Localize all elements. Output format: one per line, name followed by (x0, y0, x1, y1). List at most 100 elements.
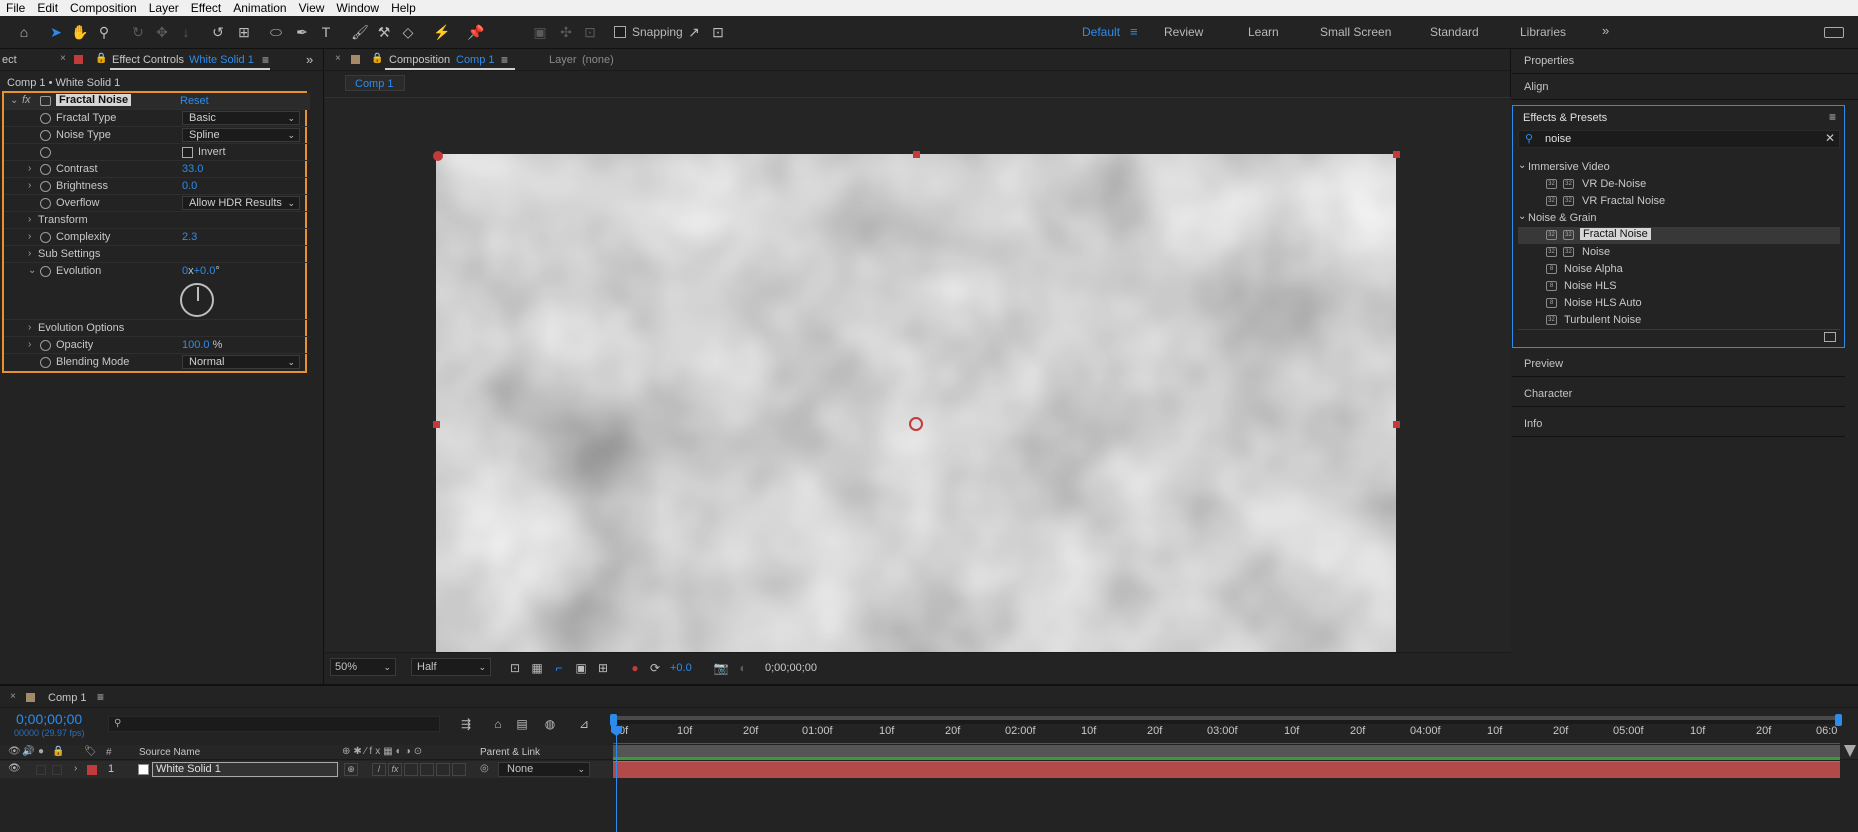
grid-guides-icon[interactable]: ⊞ (593, 658, 613, 678)
effect-item-fractal-noise[interactable]: 32 32 Fractal Noise (1518, 227, 1840, 244)
composition-tab[interactable]: Composition (389, 54, 450, 66)
home-icon[interactable]: ⌂ (14, 22, 34, 42)
character-panel-header[interactable]: Character (1512, 382, 1845, 407)
workspace-learn[interactable]: Learn (1248, 25, 1279, 39)
expand-arrow-icon[interactable]: › (28, 180, 31, 191)
lock-icon[interactable]: 🔒 (95, 53, 107, 64)
stopwatch-icon[interactable] (40, 340, 51, 351)
shy-layers-icon[interactable]: ▤ (512, 714, 532, 734)
video-eye-icon[interactable]: 👁 (8, 763, 21, 774)
audio-icon[interactable]: 🔊 (22, 746, 34, 757)
reset-exposure-icon[interactable]: ⟳ (645, 658, 665, 678)
overflow-dropdown[interactable]: Allow HDR Results ⌄ (182, 196, 300, 210)
stopwatch-icon[interactable] (40, 266, 51, 277)
effect-item-noise[interactable]: 32 32 Noise (1518, 244, 1840, 261)
invert-checkbox[interactable] (182, 147, 193, 158)
orbit-tool-icon[interactable]: ✥ (152, 22, 172, 42)
expand-arrow-icon[interactable]: › (28, 322, 31, 333)
snap-features-icon[interactable]: ⊡ (708, 22, 728, 42)
snapshot-icon[interactable]: 📷 (711, 658, 731, 678)
effect-item-vr-fractal-noise[interactable]: 32 32 VR Fractal Noise (1518, 193, 1840, 210)
roto-brush-icon[interactable]: ⚡ (432, 22, 452, 42)
pen-tool-icon[interactable]: ✒ (292, 22, 312, 42)
transform-handle[interactable] (1393, 151, 1400, 158)
expand-arrow-icon[interactable]: › (28, 248, 31, 259)
stopwatch-icon[interactable] (40, 130, 51, 141)
menu-file[interactable]: File (0, 0, 31, 16)
complexity-value[interactable]: 2.3 (182, 231, 197, 243)
expand-arrow-icon[interactable]: › (74, 763, 77, 774)
fx-toggle-icon[interactable]: fx (22, 94, 31, 106)
composition-tab-comp[interactable]: Comp 1 (456, 54, 495, 66)
playhead-line[interactable] (616, 728, 617, 832)
info-panel-header[interactable]: Info (1512, 412, 1845, 437)
workspace-overflow-icon[interactable]: » (1602, 23, 1609, 38)
parent-dropdown[interactable]: None ⌄ (498, 762, 590, 777)
puppet-pin-icon[interactable]: 📌 (466, 22, 486, 42)
timeline-tab[interactable]: Comp 1 (48, 692, 87, 704)
axis-local-icon[interactable]: ▣ (530, 22, 550, 42)
layer-tab[interactable]: Layer (549, 54, 577, 66)
properties-panel-header[interactable]: Properties (1512, 49, 1858, 74)
transform-handle[interactable] (1393, 421, 1400, 428)
comp-breadcrumb[interactable]: Comp 1 (345, 75, 405, 91)
workspace-review[interactable]: Review (1164, 25, 1203, 39)
label-tag-icon[interactable]: 🏷 (84, 746, 97, 757)
transform-handle[interactable] (913, 151, 920, 158)
expand-arrow-icon[interactable]: › (28, 231, 31, 242)
workspace-menu-icon[interactable]: ≡ (1130, 24, 1138, 39)
timeline-search-field[interactable]: ⚲ (108, 716, 440, 732)
layer-row[interactable]: 👁 › 1 White Solid 1 ⊕ / fx ◎ None ⌄ (0, 761, 612, 778)
effect-item-noise-hls-auto[interactable]: 8 Noise HLS Auto (1518, 295, 1840, 312)
panel-menu-icon[interactable]: ≡ (501, 53, 508, 67)
effects-search-field[interactable]: ⚲ noise ✕ (1518, 130, 1840, 148)
collapse-arrow-icon[interactable]: ⌄ (28, 265, 36, 276)
anchor-tool-icon[interactable]: ⊞ (234, 22, 254, 42)
lock-icon[interactable]: 🔒 (371, 53, 383, 64)
stopwatch-icon[interactable] (40, 113, 51, 124)
expand-arrow-icon[interactable]: › (28, 214, 31, 225)
show-snapshot-icon[interactable]: ◐ (733, 658, 753, 678)
resolution-dropdown[interactable]: Half ⌄ (411, 658, 491, 676)
menu-window[interactable]: Window (330, 0, 385, 16)
region-of-interest-icon[interactable]: ▣ (571, 658, 591, 678)
axis-view-icon[interactable]: ⊡ (580, 22, 600, 42)
align-panel-header[interactable]: Align (1512, 75, 1858, 100)
expand-arrow-icon[interactable]: › (28, 163, 31, 174)
effect-controls-layer[interactable]: White Solid 1 (189, 54, 254, 66)
undo-icon[interactable]: ↺ (208, 22, 228, 42)
comp-mini-flowchart-icon[interactable]: ⇶ (456, 714, 476, 734)
frame-blend-switch[interactable] (404, 763, 418, 776)
stopwatch-icon[interactable] (40, 147, 51, 158)
workspace-libraries[interactable]: Libraries (1520, 25, 1566, 39)
fast-previews-icon[interactable]: ⊡ (505, 658, 525, 678)
evolution-options-label[interactable]: Evolution Options (38, 322, 124, 334)
expand-arrow-icon[interactable]: › (28, 339, 31, 350)
evolution-degrees[interactable]: +0.0 (194, 265, 216, 277)
stopwatch-icon[interactable] (40, 198, 51, 209)
exposure-value[interactable]: +0.0 (670, 662, 692, 674)
channel-icon[interactable]: ● (625, 658, 645, 678)
viewer-timecode[interactable]: 0;00;00;00 (765, 662, 817, 674)
stopwatch-icon[interactable] (40, 181, 51, 192)
shy-switch-icon[interactable]: ⊕ (344, 763, 358, 776)
effect-item-vr-de-noise[interactable]: 32 32 VR De-Noise (1518, 176, 1840, 193)
opacity-value[interactable]: 100.0 % (182, 339, 222, 351)
graph-editor-icon[interactable]: ⊿ (574, 714, 594, 734)
zoom-dropdown[interactable]: 50% ⌄ (330, 658, 396, 676)
video-eye-icon[interactable]: 👁 (8, 746, 21, 757)
layer-label-color[interactable] (87, 765, 97, 775)
ellipse-tool-icon[interactable]: ⬭ (266, 22, 286, 42)
snap-edges-icon[interactable]: ↗ (684, 22, 704, 42)
fx-switch-icon[interactable]: fx (388, 763, 402, 776)
workspace-standard[interactable]: Standard (1430, 25, 1479, 39)
reset-link[interactable]: Reset (180, 95, 209, 107)
work-area-bar[interactable] (610, 714, 1842, 726)
column-source-name[interactable]: Source Name (139, 747, 200, 758)
clone-stamp-icon[interactable]: ⚒ (374, 22, 394, 42)
lock-toggle[interactable] (52, 765, 62, 775)
lock-icon[interactable]: 🔒 (52, 746, 64, 757)
workspace-small-screen[interactable]: Small Screen (1320, 25, 1391, 39)
brush-tool-icon[interactable]: 🖌 (350, 22, 370, 42)
motion-blur-icon[interactable]: ◍ (540, 714, 560, 734)
